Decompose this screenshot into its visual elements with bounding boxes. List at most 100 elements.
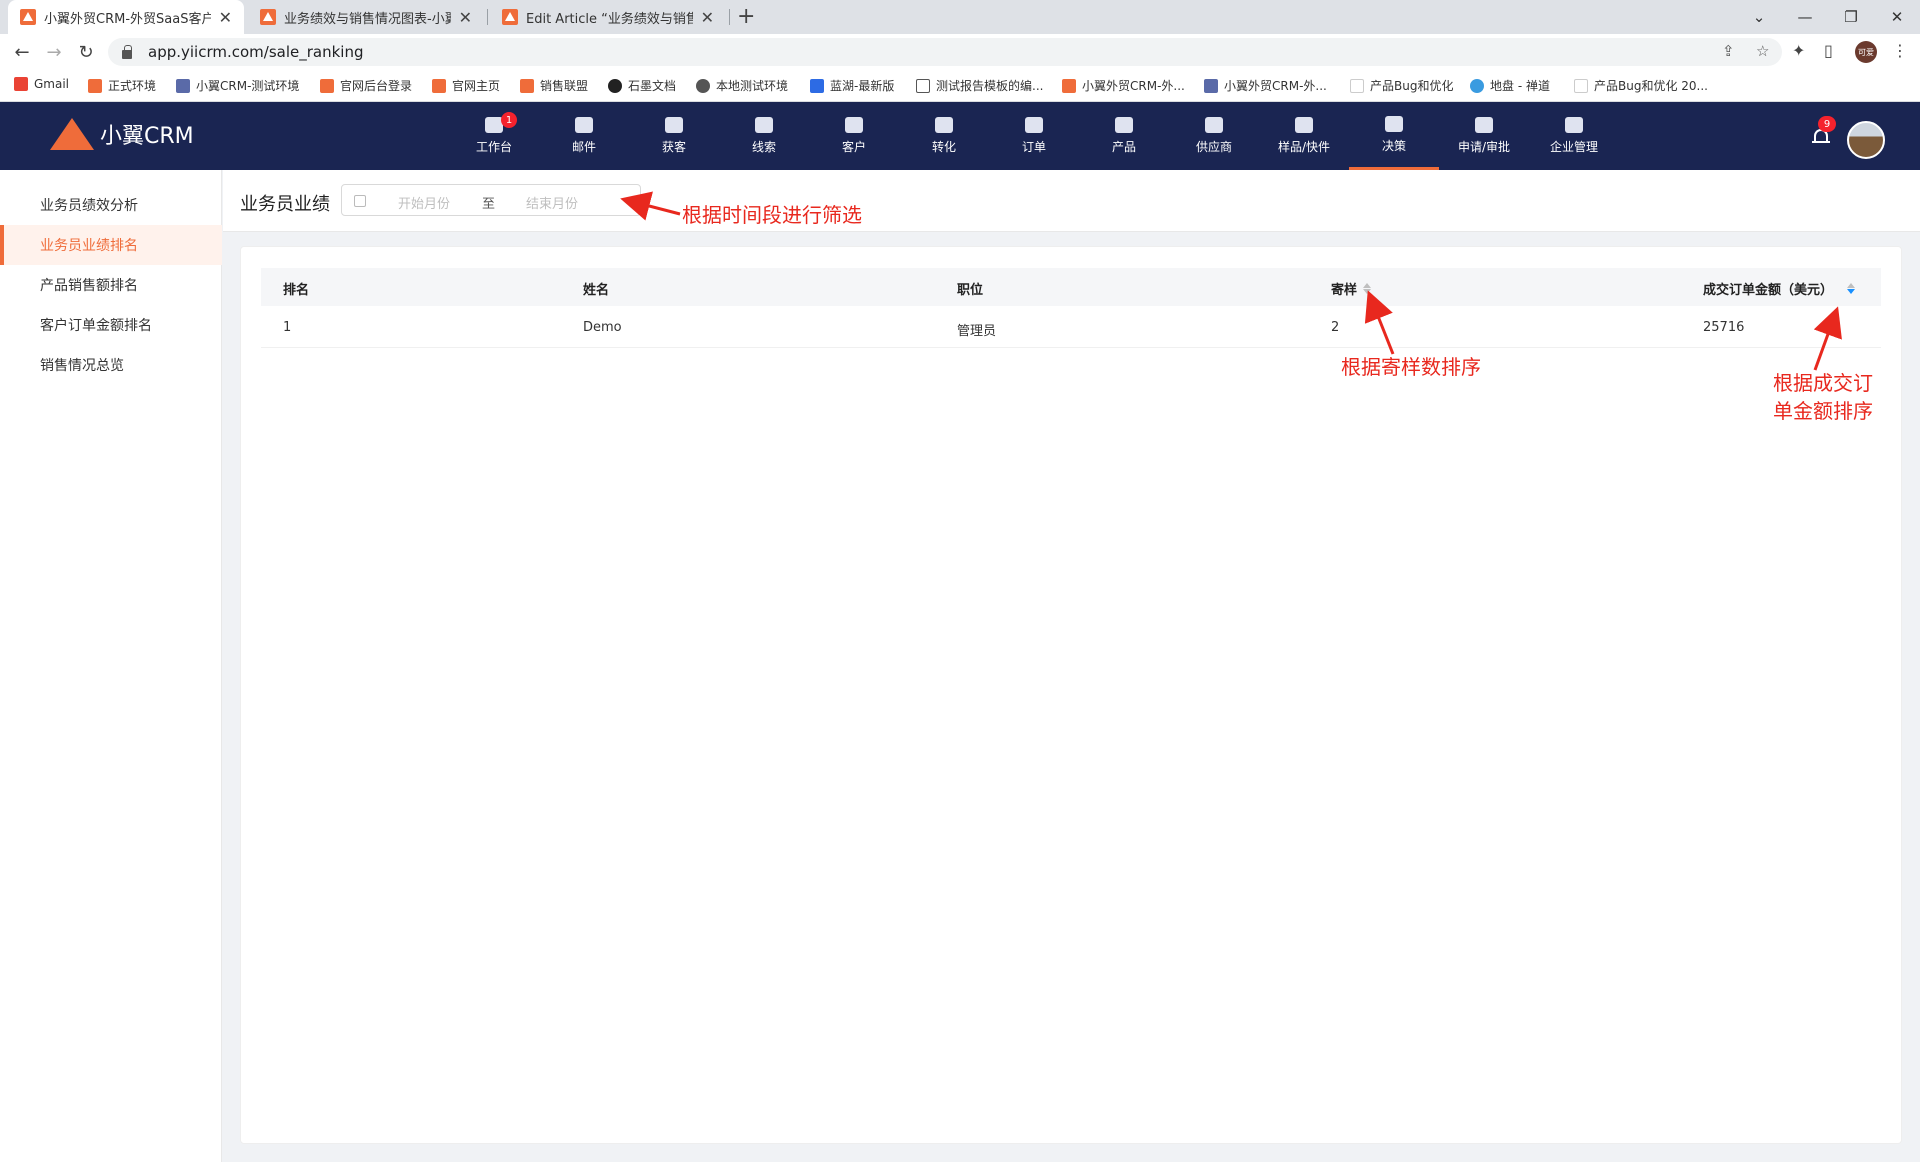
user-avatar[interactable] — [1847, 121, 1885, 159]
bookmark-item[interactable]: 产品Bug和优化 20... — [1574, 77, 1708, 94]
bookmark-item[interactable]: 销售联盟 — [520, 77, 588, 94]
sidebar-item-sales-overview[interactable]: 销售情况总览 — [0, 345, 222, 385]
bookmark-item[interactable]: 本地测试环境 — [696, 77, 788, 94]
nav-item-label: 申请/审批 — [1457, 140, 1511, 154]
browser-tab[interactable]: 业务绩效与销售情况图表-小翼外 ✕ — [248, 0, 484, 34]
table-header: 排名 姓名 职位 寄样 成交订单金额（美元） — [261, 268, 1881, 306]
forward-icon[interactable]: → — [42, 40, 66, 64]
bookmarks-bar: Gmail 正式环境 小翼CRM-测试环境 官网后台登录 官网主页 销售联盟 石… — [0, 70, 1920, 102]
reload-icon[interactable]: ↻ — [74, 40, 98, 64]
yiicrm-favicon-icon — [502, 9, 518, 25]
page-header: 业务员业绩 开始月份 至 结束月份 — [223, 170, 1920, 232]
nav-item[interactable]: 样品/快件 — [1259, 102, 1349, 170]
yiicrm-icon — [320, 78, 334, 93]
browser-toolbar: ← → ↻ app.yiicrm.com/sale_ranking ⇪ ☆ ✦ … — [0, 34, 1920, 70]
new-tab-icon[interactable]: + — [737, 4, 755, 29]
nav-item[interactable]: 申请/审批 — [1439, 102, 1529, 170]
address-bar[interactable]: app.yiicrm.com/sale_ranking ⇪ ☆ — [108, 38, 1782, 66]
amount-sort-annotation-line2: 单金额排序 — [1773, 399, 1873, 423]
nav-item[interactable]: 供应商 — [1169, 102, 1259, 170]
sidebar-item-customer-order-ranking[interactable]: 客户订单金额排名 — [0, 305, 222, 345]
app-header: 小翼CRM 工作台 1 邮件 获客 线索 客户 转化 订单 产品 供应商 样品/快件 决策 申请/审批 企… — [0, 102, 1920, 170]
sidebar-item-sales-ranking[interactable]: 业务员业绩排名 — [0, 225, 222, 265]
bookmark-item[interactable]: Gmail — [14, 77, 69, 91]
close-tab-icon[interactable]: ✕ — [459, 8, 472, 27]
sidebar-item-product-ranking[interactable]: 产品销售额排名 — [0, 265, 222, 305]
side-panel-icon[interactable]: ▯ — [1824, 41, 1833, 60]
bookmark-item[interactable]: 石墨文档 — [608, 77, 676, 94]
bookmark-label: 本地测试环境 — [716, 79, 789, 93]
nav-item-icon — [665, 117, 683, 133]
bookmark-item[interactable]: 官网后台登录 — [320, 77, 412, 94]
cell-rank: 1 — [283, 320, 292, 335]
bookmark-label: 销售联盟 — [540, 79, 589, 93]
restore-icon[interactable]: ❐ — [1828, 0, 1874, 34]
nav-item-icon — [1025, 117, 1043, 133]
extensions-icon[interactable]: ✦ — [1792, 41, 1805, 60]
profile-avatar[interactable]: 可爱 — [1855, 41, 1877, 63]
bookmark-label: 蓝湖-最新版 — [830, 79, 895, 93]
browser-tab-title: 业务绩效与销售情况图表-小翼外 — [284, 11, 451, 27]
nav-item-icon — [1295, 117, 1313, 133]
column-header-samples-label: 寄样 — [1331, 283, 1358, 298]
sidebar: 业务员绩效分析 业务员业绩排名 产品销售额排名 客户订单金额排名 销售情况总览 — [0, 170, 222, 1162]
browser-tab-title: 小翼外贸CRM-外贸SaaS客户管理 — [44, 11, 211, 27]
month-range-picker[interactable]: 开始月份 至 结束月份 — [341, 184, 641, 216]
bookmark-item[interactable]: 官网主页 — [432, 77, 500, 94]
cell-name: Demo — [583, 320, 622, 335]
app-logo[interactable]: 小翼CRM — [50, 118, 194, 150]
bookmark-item[interactable]: 地盘 - 禅道 — [1470, 77, 1550, 94]
nav-item[interactable]: 线索 — [719, 102, 809, 170]
yiicrm-test-icon — [1204, 78, 1218, 93]
logo-text: 小翼CRM — [100, 124, 194, 149]
bookmark-item[interactable]: 正式环境 — [88, 77, 156, 94]
url-text: app.yiicrm.com/sale_ranking — [148, 43, 364, 61]
nav-item[interactable]: 邮件 — [539, 102, 629, 170]
close-window-icon[interactable]: ✕ — [1874, 0, 1920, 34]
globe-icon — [696, 78, 710, 93]
column-header-amount[interactable]: 成交订单金额（美元） — [1703, 279, 1856, 298]
nav-item-icon — [575, 117, 593, 133]
end-month-input[interactable]: 结束月份 — [526, 193, 578, 212]
bookmark-item[interactable]: 小翼CRM-测试环境 — [176, 77, 299, 94]
nav-item[interactable]: 转化 — [899, 102, 989, 170]
column-header-samples[interactable]: 寄样 — [1331, 279, 1372, 298]
back-icon[interactable]: ← — [10, 40, 34, 64]
minimize-icon[interactable]: — — [1782, 0, 1828, 34]
nav-item[interactable]: 决策 — [1349, 102, 1439, 170]
nav-item-icon — [1205, 117, 1223, 133]
start-month-input[interactable]: 开始月份 — [398, 193, 450, 212]
bookmark-label: 产品Bug和优化 20... — [1594, 79, 1708, 93]
amount-sort-annotation-line1: 根据成交订 — [1773, 371, 1873, 395]
close-tab-icon[interactable]: ✕ — [219, 8, 232, 27]
nav-item[interactable]: 企业管理 — [1529, 102, 1619, 170]
bookmark-item[interactable]: 蓝湖-最新版 — [810, 77, 894, 94]
sidebar-item-performance-analysis[interactable]: 业务员绩效分析 — [0, 185, 222, 225]
browser-tab[interactable]: Edit Article “业务绩效与销售情况 ✕ — [490, 0, 726, 34]
bookmark-star-icon[interactable]: ☆ — [1756, 42, 1769, 60]
share-icon[interactable]: ⇪ — [1722, 42, 1735, 60]
nav-item-label: 供应商 — [1195, 140, 1232, 154]
tab-divider — [729, 9, 730, 25]
nav-item[interactable]: 工作台 1 — [449, 102, 539, 170]
bookmark-item[interactable]: 小翼外贸CRM-外... — [1062, 77, 1185, 94]
lanhu-icon — [810, 78, 824, 93]
close-tab-icon[interactable]: ✕ — [701, 8, 714, 27]
sort-caret-icon[interactable] — [1847, 283, 1856, 294]
bookmark-item[interactable]: 小翼外贸CRM-外... — [1204, 77, 1327, 94]
nav-item[interactable]: 订单 — [989, 102, 1079, 170]
nav-item-label: 企业管理 — [1549, 140, 1598, 154]
page-icon — [1350, 78, 1364, 93]
nav-item[interactable]: 获客 — [629, 102, 719, 170]
browser-menu-icon[interactable]: ⋮ — [1892, 41, 1908, 60]
bookmark-item[interactable]: 产品Bug和优化 — [1350, 77, 1453, 94]
browser-tab[interactable]: 小翼外贸CRM-外贸SaaS客户管理 ✕ — [8, 0, 244, 34]
sort-caret-icon[interactable] — [1363, 283, 1372, 294]
nav-item[interactable]: 产品 — [1079, 102, 1169, 170]
nav-item-badge: 1 — [501, 112, 517, 128]
bookmark-item[interactable]: 测试报告模板的编... — [916, 77, 1043, 94]
column-header-position: 职位 — [957, 283, 984, 298]
nav-item[interactable]: 客户 — [809, 102, 899, 170]
tab-search-icon[interactable]: ⌄ — [1736, 0, 1782, 34]
yiicrm-favicon-icon — [260, 9, 276, 25]
